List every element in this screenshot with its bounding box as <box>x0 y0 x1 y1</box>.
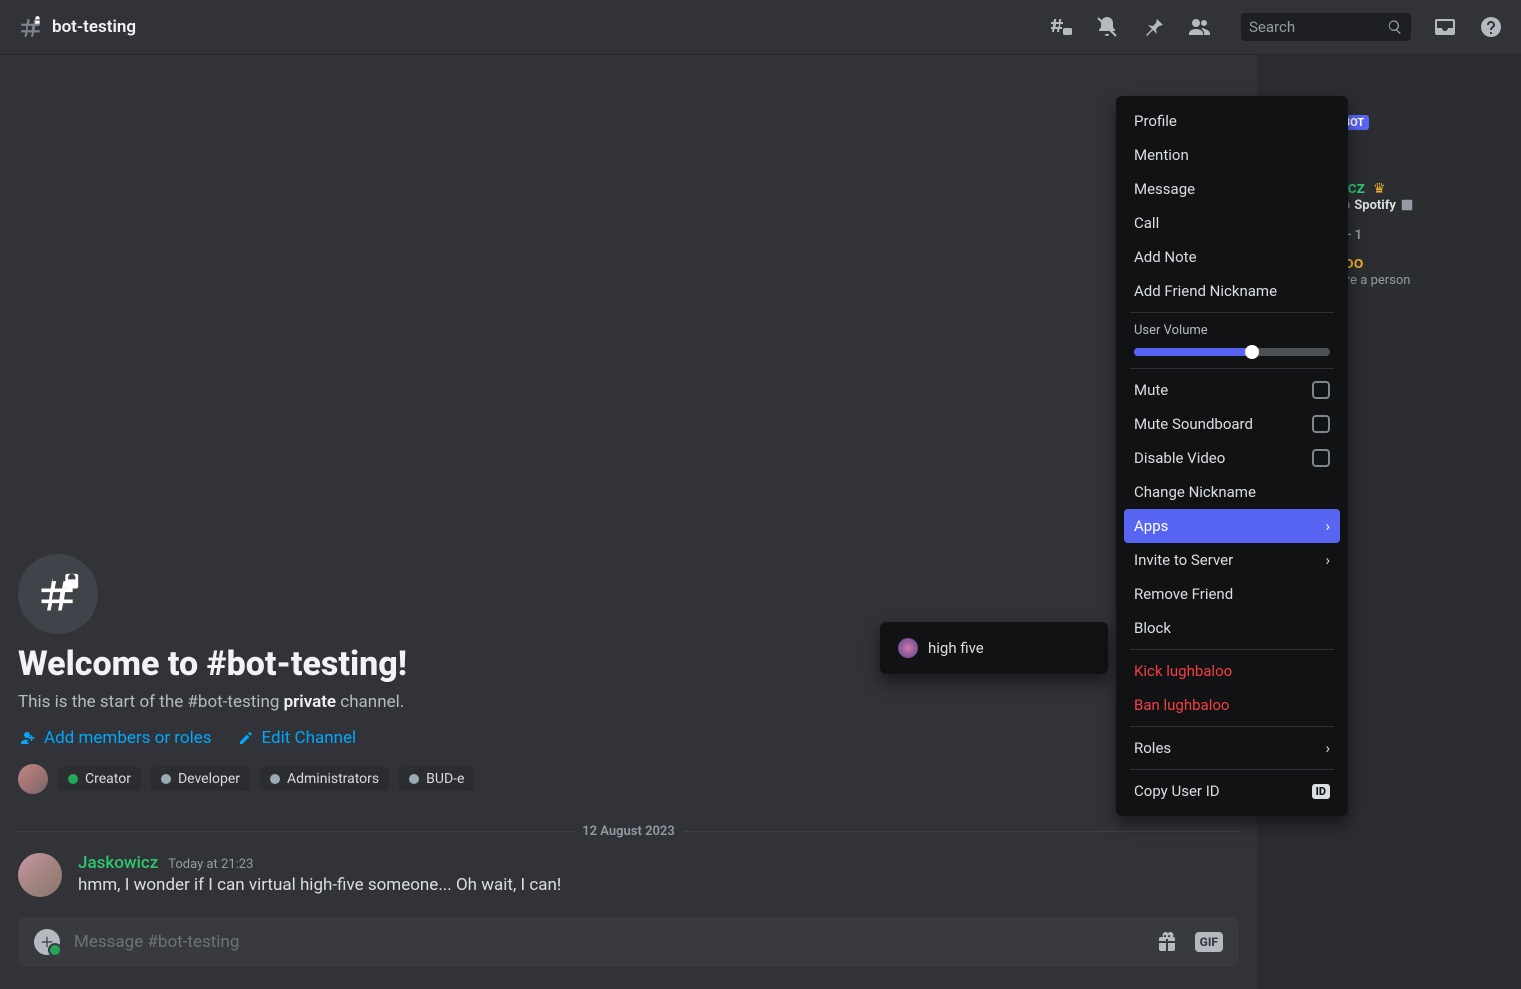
member-list-icon[interactable] <box>1187 15 1211 39</box>
search-input[interactable]: Search <box>1241 13 1411 41</box>
channel-welcome: Welcome to #bot-testing! This is the sta… <box>18 554 1239 824</box>
avatar <box>18 764 48 794</box>
message-content: hmm, I wonder if I can virtual high-five… <box>78 875 1239 895</box>
rich-presence-icon <box>1400 198 1414 212</box>
attach-button[interactable] <box>34 929 60 955</box>
user-context-menu: Profile Mention Message Call Add Note Ad… <box>1116 96 1348 816</box>
role-dot <box>68 774 78 784</box>
role-dot <box>409 774 419 784</box>
ctx-ban[interactable]: Ban lughbaloo <box>1124 688 1340 722</box>
ctx-mute[interactable]: Mute <box>1124 373 1340 407</box>
separator <box>1130 312 1334 313</box>
separator <box>1130 649 1334 650</box>
channel-welcome-icon <box>18 554 98 634</box>
help-icon[interactable] <box>1479 15 1503 39</box>
ctx-disable-video[interactable]: Disable Video <box>1124 441 1340 475</box>
date-divider: 12 August 2023 <box>18 824 1239 839</box>
edit-channel-button[interactable]: Edit Channel <box>238 728 357 748</box>
inbox-icon[interactable] <box>1433 15 1457 39</box>
welcome-sub-prefix: This is the start of the #bot-testing <box>18 692 284 712</box>
add-user-icon <box>18 729 36 747</box>
checkbox-icon <box>1312 381 1330 399</box>
ctx-add-friend-nickname[interactable]: Add Friend Nickname <box>1124 274 1340 308</box>
role-label: Creator <box>85 771 131 787</box>
threads-icon[interactable] <box>1049 15 1073 39</box>
channel-hash-lock-icon <box>18 14 44 40</box>
role-chip[interactable]: BUD-e <box>399 767 474 791</box>
role-dot <box>161 774 171 784</box>
app-command-label: high five <box>928 639 984 657</box>
gif-picker-button[interactable]: GIF <box>1195 932 1223 952</box>
ctx-call[interactable]: Call <box>1124 206 1340 240</box>
date-label: 12 August 2023 <box>582 824 675 839</box>
role-chip[interactable]: Creator <box>58 767 141 791</box>
chevron-right-icon: › <box>1325 739 1330 757</box>
role-dot <box>270 774 280 784</box>
pinned-messages-icon[interactable] <box>1141 15 1165 39</box>
channel-header: bot-testing Search <box>0 0 1521 55</box>
welcome-sub-bold: private <box>284 692 336 712</box>
search-placeholder: Search <box>1249 18 1295 36</box>
avatar[interactable] <box>18 853 62 897</box>
ctx-block[interactable]: Block <box>1124 611 1340 645</box>
ctx-message[interactable]: Message <box>1124 172 1340 206</box>
app-command-item[interactable]: high five <box>888 630 1100 666</box>
separator <box>1130 769 1334 770</box>
role-label: Developer <box>178 771 240 787</box>
channel-roles-row: Creator Developer Administrators BUD-e <box>18 764 1239 794</box>
ctx-volume-slider[interactable] <box>1124 348 1340 364</box>
ctx-apps[interactable]: Apps› <box>1124 509 1340 543</box>
welcome-subtitle: This is the start of the #bot-testing pr… <box>18 692 1239 712</box>
search-icon <box>1387 19 1403 35</box>
channel-name: bot-testing <box>52 17 136 37</box>
ctx-invite-to-server[interactable]: Invite to Server› <box>1124 543 1340 577</box>
add-members-label: Add members or roles <box>44 728 212 748</box>
chat-message[interactable]: Jaskowicz Today at 21:23 hmm, I wonder i… <box>18 849 1239 917</box>
ctx-kick[interactable]: Kick lughbaloo <box>1124 654 1340 688</box>
app-icon <box>898 638 918 658</box>
pencil-icon <box>238 730 254 746</box>
edit-channel-label: Edit Channel <box>262 728 357 748</box>
message-composer[interactable]: Message #bot-testing GIF <box>18 917 1239 967</box>
checkbox-icon <box>1312 415 1330 433</box>
role-label: Administrators <box>287 771 379 787</box>
message-timestamp: Today at 21:23 <box>168 857 253 872</box>
role-label: BUD-e <box>426 771 464 787</box>
role-chip[interactable]: Developer <box>151 767 250 791</box>
crown-icon: ♛ <box>1373 181 1386 197</box>
ctx-add-note[interactable]: Add Note <box>1124 240 1340 274</box>
apps-submenu: high five <box>880 622 1108 674</box>
composer-placeholder[interactable]: Message #bot-testing <box>74 932 1141 952</box>
ctx-change-nickname[interactable]: Change Nickname <box>1124 475 1340 509</box>
ctx-volume-label: User Volume <box>1124 317 1340 340</box>
ctx-copy-user-id[interactable]: Copy User IDID <box>1124 774 1340 808</box>
separator <box>1130 726 1334 727</box>
add-members-button[interactable]: Add members or roles <box>18 728 212 748</box>
id-badge-icon: ID <box>1312 784 1330 799</box>
message-author[interactable]: Jaskowicz <box>78 853 158 873</box>
ctx-mute-soundboard[interactable]: Mute Soundboard <box>1124 407 1340 441</box>
ctx-roles[interactable]: Roles› <box>1124 731 1340 765</box>
chevron-right-icon: › <box>1325 551 1330 569</box>
checkbox-icon <box>1312 449 1330 467</box>
separator <box>1130 368 1334 369</box>
welcome-sub-suffix: channel. <box>336 692 404 712</box>
role-chip[interactable]: Administrators <box>260 767 389 791</box>
ctx-remove-friend[interactable]: Remove Friend <box>1124 577 1340 611</box>
gift-icon[interactable] <box>1155 930 1179 954</box>
notifications-muted-icon[interactable] <box>1095 15 1119 39</box>
ctx-mention[interactable]: Mention <box>1124 138 1340 172</box>
chevron-right-icon: › <box>1325 517 1330 535</box>
ctx-profile[interactable]: Profile <box>1124 104 1340 138</box>
